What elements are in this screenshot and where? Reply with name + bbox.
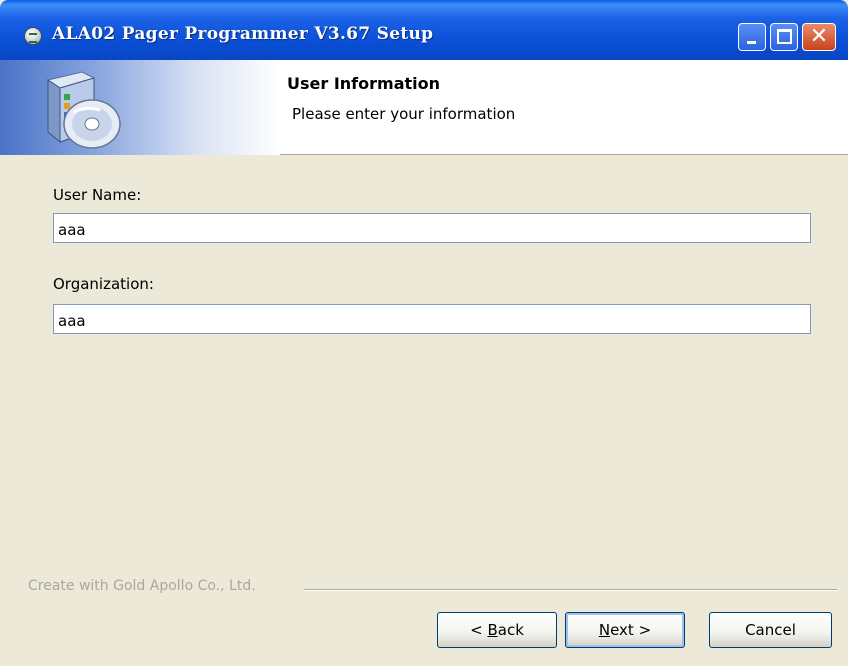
- next-button[interactable]: Next >: [565, 612, 685, 648]
- cancel-label: Cancel: [745, 621, 796, 639]
- back-button[interactable]: < Back: [437, 612, 557, 648]
- organization-input[interactable]: [53, 304, 811, 334]
- footer-divider: [304, 589, 837, 591]
- page-subtitle: Please enter your information: [292, 105, 516, 123]
- brand-text: Create with Gold Apollo Co., Ltd.: [28, 578, 256, 594]
- minimize-icon: [747, 41, 756, 44]
- maximize-icon: [777, 29, 792, 44]
- next-rest: ext >: [610, 621, 652, 639]
- next-mnemonic: N: [598, 621, 611, 639]
- title-bar[interactable]: ALA02 Pager Programmer V3.67 Setup ✕: [0, 0, 848, 60]
- setup-app-icon[interactable]: [24, 27, 42, 45]
- user-name-label: User Name:: [53, 186, 142, 204]
- window-title: ALA02 Pager Programmer V3.67 Setup: [52, 24, 434, 44]
- back-prefix: <: [470, 621, 488, 639]
- organization-label: Organization:: [53, 275, 154, 293]
- back-rest: ack: [497, 621, 524, 639]
- close-icon: ✕: [809, 24, 829, 49]
- install-cd-icon: [46, 71, 121, 149]
- cancel-button[interactable]: Cancel: [709, 612, 832, 648]
- wizard-header: User Information Please enter your infor…: [0, 60, 848, 155]
- user-name-input[interactable]: [53, 213, 811, 243]
- back-mnemonic: B: [487, 621, 498, 639]
- minimize-button[interactable]: [738, 23, 766, 51]
- page-title: User Information: [287, 74, 440, 93]
- close-button[interactable]: ✕: [802, 23, 836, 51]
- maximize-button[interactable]: [770, 23, 798, 51]
